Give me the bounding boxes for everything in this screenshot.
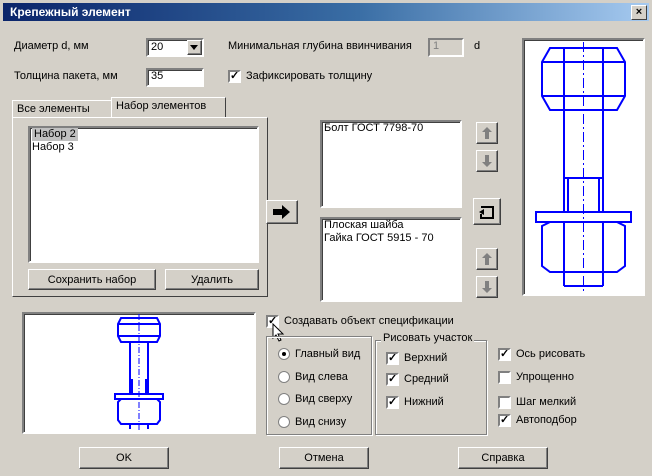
move-down-button-bottom[interactable] <box>476 276 498 298</box>
move-up-button-bottom[interactable] <box>476 248 498 270</box>
min-depth-field[interactable]: 1 <box>428 38 464 57</box>
title-bar[interactable]: Крепежный элемент × <box>3 3 649 21</box>
list-item[interactable]: Плоская шайба <box>322 219 460 232</box>
radio-left-view-label: Вид слева <box>295 371 348 383</box>
help-button[interactable]: Справка <box>458 447 548 469</box>
swap-icon <box>479 205 494 219</box>
bolt-drawing-large <box>535 42 632 292</box>
thickness-label: Толщина пакета, мм <box>14 70 118 82</box>
bolt-drawing-small <box>114 314 164 432</box>
swap-button[interactable] <box>473 198 501 225</box>
cancel-button[interactable]: Отмена <box>279 447 369 469</box>
arrow-down-icon <box>482 281 492 293</box>
tab-all-elements[interactable]: Все элементы <box>12 100 112 118</box>
checkbox-auto-select-label: Автоподбор <box>516 414 577 426</box>
checkbox-upper-label: Верхний <box>404 352 448 364</box>
diameter-dropdown-button[interactable] <box>187 40 202 55</box>
checkbox-middle-label: Средний <box>404 373 449 385</box>
radio-bottom-view-label: Вид снизу <box>295 416 347 428</box>
sets-list[interactable]: Набор 2 Набор 3 <box>28 126 259 263</box>
checkbox-lower[interactable]: ✓ <box>386 396 399 409</box>
checkbox-simplified[interactable] <box>498 371 511 384</box>
arrow-up-icon <box>482 253 492 265</box>
move-down-button-top[interactable] <box>476 150 498 172</box>
dialog-window: Крепежный элемент × Диаметр d, мм 20 Мин… <box>0 0 652 476</box>
save-set-button[interactable]: Сохранить набор <box>28 269 156 290</box>
list-item[interactable]: Гайка ГОСТ 5915 - 70 <box>322 232 460 245</box>
checkbox-fine-pitch-label: Шаг мелкий <box>516 396 577 408</box>
tab-element-set[interactable]: Набор элементов <box>111 97 226 118</box>
radio-top-view[interactable] <box>278 393 290 405</box>
delete-button[interactable]: Удалить <box>165 269 259 290</box>
diameter-value: 20 <box>151 41 164 53</box>
thickness-input[interactable]: 35 <box>146 68 204 87</box>
list-item[interactable]: Набор 2 <box>30 128 257 141</box>
bolt-preview-large <box>522 38 645 296</box>
close-button[interactable]: × <box>631 5 647 20</box>
radio-main-view-label: Главный вид <box>295 348 361 360</box>
list-item[interactable]: Набор 3 <box>30 141 257 154</box>
checkbox-draw-axis-label: Ось рисовать <box>516 348 586 360</box>
diameter-label: Диаметр d, мм <box>14 40 89 52</box>
radio-left-view[interactable] <box>278 371 290 383</box>
ok-button[interactable]: OK <box>79 447 169 469</box>
radio-top-view-label: Вид сверху <box>295 393 353 405</box>
draw-section-title: Рисовать участок <box>381 332 475 344</box>
radio-bottom-view[interactable] <box>278 416 290 428</box>
checkbox-auto-select[interactable]: ✓ <box>498 414 511 427</box>
move-up-button-top[interactable] <box>476 122 498 144</box>
min-depth-label: Минимальная глубина ввинчивания <box>228 40 412 52</box>
diameter-combo[interactable]: 20 <box>146 38 204 57</box>
arrow-down-icon <box>482 155 492 167</box>
bottom-elements-list[interactable]: Плоская шайба Гайка ГОСТ 5915 - 70 <box>320 217 462 302</box>
chevron-down-icon <box>190 44 198 50</box>
add-to-list-button[interactable] <box>266 200 298 224</box>
radio-main-view[interactable] <box>278 348 290 360</box>
arrow-right-icon <box>273 205 290 219</box>
checkbox-draw-axis[interactable]: ✓ <box>498 348 511 361</box>
fix-thickness-label: Зафиксировать толщину <box>246 70 373 82</box>
window-title: Крепежный элемент <box>10 5 131 19</box>
top-elements-list[interactable]: Болт ГОСТ 7798-70 <box>320 120 462 208</box>
fix-thickness-checkbox[interactable]: ✓ <box>228 70 241 83</box>
arrow-up-icon <box>482 127 492 139</box>
min-depth-unit: d <box>474 40 481 52</box>
checkbox-upper[interactable]: ✓ <box>386 352 399 365</box>
checkbox-lower-label: Нижний <box>404 396 444 408</box>
list-item[interactable]: Болт ГОСТ 7798-70 <box>322 122 460 135</box>
checkbox-fine-pitch[interactable] <box>498 396 511 409</box>
checkbox-middle[interactable]: ✓ <box>386 373 399 386</box>
bolt-preview-small <box>22 312 256 434</box>
create-spec-label: Создавать объект спецификации <box>284 315 454 327</box>
checkbox-simplified-label: Упрощенно <box>516 371 574 383</box>
